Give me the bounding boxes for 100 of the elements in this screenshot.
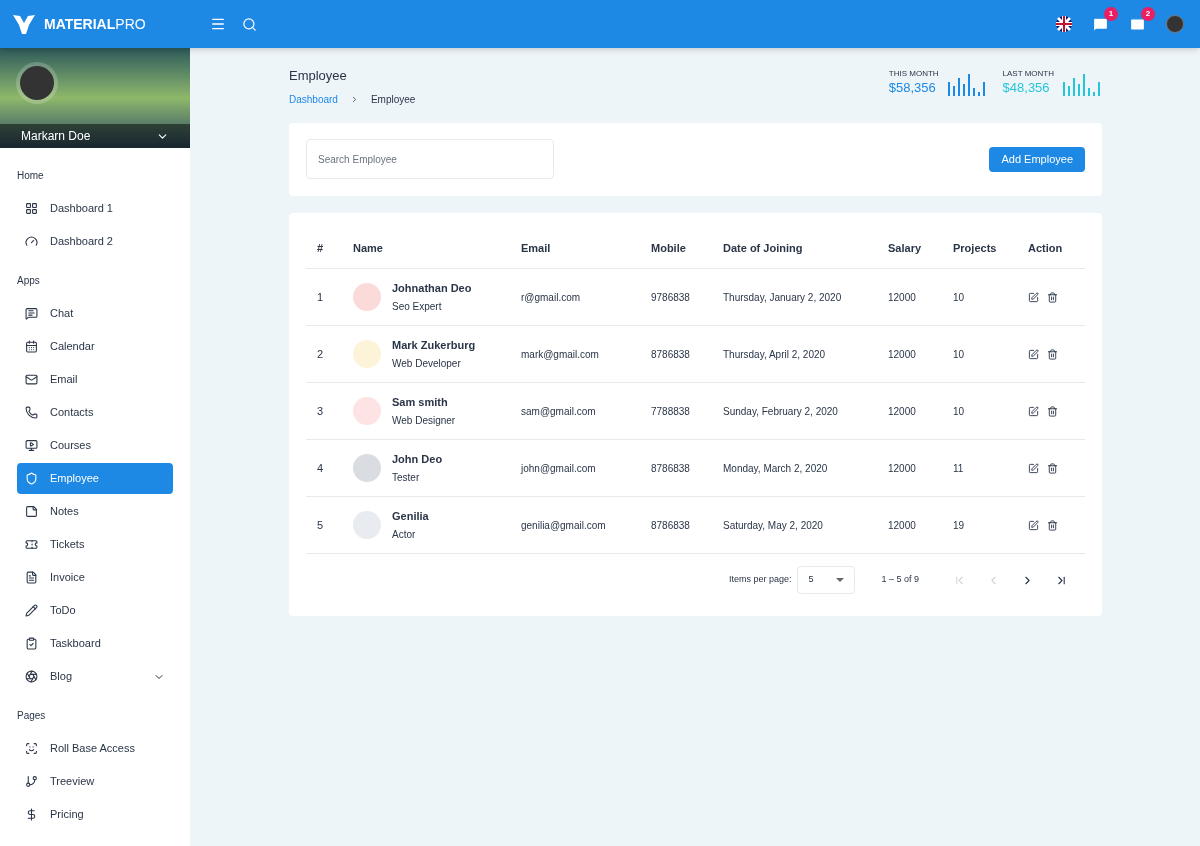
face-scan-icon xyxy=(25,742,38,755)
stat-value: $58,356 xyxy=(888,80,937,96)
grid-icon xyxy=(25,202,38,215)
pencil-icon xyxy=(25,604,38,617)
edit-button[interactable] xyxy=(1028,348,1039,360)
search-field[interactable]: Search Employee xyxy=(306,139,554,179)
profile-avatar xyxy=(20,66,54,100)
breadcrumb-link[interactable]: Dashboard xyxy=(289,91,338,107)
sidebar-item[interactable]: Notes xyxy=(17,496,173,527)
employee-avatar xyxy=(353,283,381,311)
page-size-select[interactable]: 5 xyxy=(797,566,856,594)
table-cell: Thursday, April 2, 2020 xyxy=(723,348,826,360)
sidebar-item[interactable]: Blog xyxy=(17,661,173,692)
column-header: Email xyxy=(521,242,551,254)
edit-button[interactable] xyxy=(1028,291,1039,303)
table-cell: john@gmail.com xyxy=(521,462,596,474)
column-header: Salary xyxy=(888,242,922,254)
shield-icon xyxy=(25,472,38,485)
sidebar-item[interactable]: Tickets xyxy=(17,529,173,560)
user-avatar[interactable] xyxy=(1166,15,1184,33)
row-number: 2 xyxy=(317,347,324,360)
section-title: Apps xyxy=(17,274,41,288)
employee-name: Mark Zukerburg xyxy=(392,338,476,354)
delete-button[interactable] xyxy=(1047,405,1058,417)
delete-button[interactable] xyxy=(1047,462,1058,474)
employee-avatar xyxy=(353,340,381,368)
column-header: Projects xyxy=(953,242,997,254)
employee-name: John Deo xyxy=(392,452,443,468)
column-header: Date of Joining xyxy=(723,242,803,254)
table-cell: 8786838 xyxy=(651,519,690,531)
employee-role: Actor xyxy=(392,527,417,542)
edit-button[interactable] xyxy=(1028,405,1039,417)
sidebar-item[interactable]: Dashboard 1 xyxy=(17,193,173,224)
table-cell: 12000 xyxy=(888,405,916,417)
sidebar-item[interactable]: Email xyxy=(17,364,173,395)
document-icon xyxy=(25,571,38,584)
dropdown-arrow-icon xyxy=(836,578,845,582)
row-number: 4 xyxy=(317,461,324,474)
branch-icon xyxy=(25,775,38,788)
note-icon xyxy=(25,505,38,518)
stat-value: $48,356 xyxy=(1002,80,1051,96)
table-cell: Monday, March 2, 2020 xyxy=(723,462,828,474)
add-employee-button[interactable]: Add Employee xyxy=(989,146,1085,172)
table-cell: 8786838 xyxy=(651,348,690,360)
table-cell: 12000 xyxy=(888,348,916,360)
table-cell: 9786838 xyxy=(651,291,690,303)
sidebar-item[interactable]: Pricing xyxy=(17,799,173,830)
employee-name: Sam smith xyxy=(392,395,449,411)
table-cell: genilia@gmail.com xyxy=(521,519,606,531)
employee-avatar xyxy=(353,454,381,482)
column-header: # xyxy=(317,242,324,254)
delete-button[interactable] xyxy=(1047,348,1058,360)
notification-badge: 1 xyxy=(1104,6,1118,21)
mail-icon xyxy=(25,373,38,386)
sidebar-item[interactable]: Dashboard 2 xyxy=(17,226,173,257)
logo-text: MATERIALPRO xyxy=(44,14,146,34)
sidebar-item[interactable]: Contacts xyxy=(17,397,173,428)
logo-icon xyxy=(12,13,36,35)
delete-button[interactable] xyxy=(1047,519,1058,531)
employee-role: Web Designer xyxy=(392,413,456,428)
row-number: 3 xyxy=(317,404,324,417)
sidebar-item[interactable]: Chat xyxy=(17,298,173,329)
section-title: Home xyxy=(17,169,45,183)
table-cell: Sunday, February 2, 2020 xyxy=(723,405,838,417)
search-button[interactable] xyxy=(242,16,257,32)
mail-button[interactable] xyxy=(1129,15,1146,33)
delete-button[interactable] xyxy=(1047,291,1058,303)
sidebar-item[interactable]: Taskboard xyxy=(17,628,173,659)
flag-icon[interactable] xyxy=(1056,16,1072,32)
table-cell: 7788838 xyxy=(651,405,690,417)
page-title: Employee xyxy=(289,67,348,85)
sidebar-item[interactable]: Treeview xyxy=(17,766,173,797)
gauge-icon xyxy=(25,235,38,248)
calendar-icon xyxy=(25,340,38,353)
menu-button[interactable] xyxy=(210,16,226,32)
table-cell: Thursday, January 2, 2020 xyxy=(723,291,842,303)
edit-button[interactable] xyxy=(1028,519,1039,531)
profile-name: Markarn Doe xyxy=(21,128,91,145)
sidebar-item[interactable]: Roll Base Access xyxy=(17,733,173,764)
table-cell: 10 xyxy=(953,291,965,303)
notification-badge: 2 xyxy=(1141,6,1155,21)
ticket-icon xyxy=(25,538,38,551)
edit-button[interactable] xyxy=(1028,462,1039,474)
sidebar-item[interactable]: Courses xyxy=(17,430,173,461)
table-cell: 12000 xyxy=(888,291,916,303)
employee-name: Johnathan Deo xyxy=(392,281,472,297)
column-header: Mobile xyxy=(651,242,686,254)
clipboard-icon xyxy=(25,637,38,650)
sidebar-item[interactable]: Employee xyxy=(17,463,173,494)
profile-bar[interactable]: Markarn Doe xyxy=(0,124,190,148)
sidebar-item[interactable]: ToDo xyxy=(17,595,173,626)
sidebar-item[interactable]: Invoice xyxy=(17,562,173,593)
employee-role: Seo Expert xyxy=(392,299,443,314)
page-range: 1 – 5 of 9 xyxy=(881,573,919,587)
messages-button[interactable] xyxy=(1092,15,1109,33)
table-cell: 8786838 xyxy=(651,462,690,474)
sidebar-item[interactable]: Calendar xyxy=(17,331,173,362)
breadcrumb-current: Employee xyxy=(370,92,416,107)
table-cell: 12000 xyxy=(888,462,916,474)
employee-name: Genilia xyxy=(392,509,429,525)
